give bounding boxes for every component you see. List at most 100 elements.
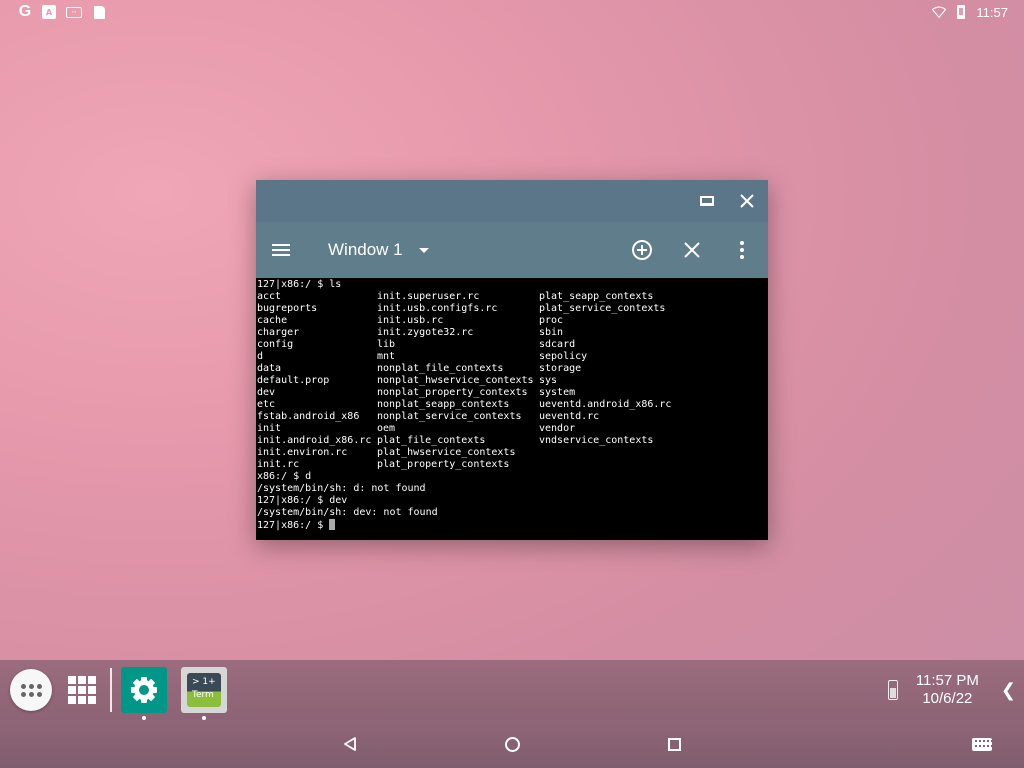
keyboard-icon <box>972 737 993 751</box>
current-prompt: 127|x86:/ $ <box>257 520 330 531</box>
back-icon <box>344 737 356 751</box>
ls-entry: cache <box>257 315 288 326</box>
back-button[interactable] <box>338 732 362 756</box>
more-vert-icon <box>740 241 744 259</box>
ls-entry: init.zygote32.rc <box>377 327 474 338</box>
taskbar-divider <box>110 668 112 712</box>
terminal-app-button[interactable]: > 1+ Term <box>181 667 227 720</box>
terminal-app-icon: > 1+ Term <box>187 673 221 707</box>
ls-entry: config <box>257 339 294 350</box>
ls-entry: acct <box>257 291 282 302</box>
battery-icon <box>954 5 968 19</box>
taskbar: > 1+ Term 11:57 PM 10/6/22 ❮ <box>0 660 1024 720</box>
text-cursor <box>329 519 336 530</box>
ls-entry: init.superuser.rc <box>377 291 480 302</box>
recents-button[interactable] <box>662 732 686 756</box>
ls-entry: plat_service_contexts <box>539 303 666 314</box>
ls-entry: nonplat_service_contexts <box>377 411 522 422</box>
restore-icon <box>700 196 714 206</box>
ls-entry: mnt <box>377 351 396 362</box>
ls-entry: init <box>257 423 282 434</box>
terminal-icon-text: > 1+ <box>192 677 216 687</box>
terminal-line: /system/bin/sh: dev: not found <box>257 507 438 518</box>
terminal-current-line: 127|x86:/ $ <box>257 519 767 531</box>
ls-entry: vendor <box>539 423 576 434</box>
terminal-line: x86:/ $ d <box>257 471 312 482</box>
new-window-button[interactable] <box>630 238 654 262</box>
ls-entry: system <box>539 387 576 398</box>
terminal-line: 127|x86:/ $ dev <box>257 495 348 506</box>
ls-entry: proc <box>539 315 564 326</box>
fps-notification-icon: ·· <box>66 6 82 18</box>
window-selector-dropdown[interactable]: Window 1 <box>328 240 429 260</box>
ls-entry: charger <box>257 327 300 338</box>
add-circle-icon <box>632 240 652 260</box>
recents-icon <box>667 737 681 751</box>
ls-entry: default.prop <box>257 375 330 386</box>
ls-entry: nonplat_hwservice_contexts <box>377 375 534 386</box>
terminal-line: 127|x86:/ $ ls <box>257 279 342 290</box>
overflow-menu-button[interactable] <box>730 238 754 262</box>
google-icon: G <box>18 3 32 20</box>
gear-icon <box>131 677 157 703</box>
clock-time: 11:57 PM <box>915 672 979 689</box>
taskbar-clock[interactable]: 11:57 PM 10/6/22 <box>916 672 979 708</box>
home-icon <box>504 736 520 752</box>
chevron-left-icon[interactable]: ❮ <box>1001 680 1016 701</box>
ls-entry: ueventd.rc <box>539 411 600 422</box>
settings-app-button[interactable] <box>121 667 167 720</box>
keyboard-switch-button[interactable] <box>970 732 994 756</box>
notification-icons: G A ·· <box>18 3 106 20</box>
ls-entry: sbin <box>539 327 564 338</box>
terminal-icon-label: Term <box>192 690 214 700</box>
chevron-down-icon <box>418 247 429 253</box>
ls-entry: init.android_x86.rc <box>257 435 372 446</box>
ls-entry: sdcard <box>539 339 576 350</box>
window-close-button[interactable] <box>736 190 758 212</box>
ls-entry: ueventd.android_x86.rc <box>539 399 672 410</box>
status-bar: G A ·· 11:57 <box>0 0 1024 24</box>
ls-entry: lib <box>377 339 396 350</box>
terminal-window: Window 1 127|x86:/ $ ls acct init.superus… <box>256 180 768 540</box>
hamburger-icon[interactable] <box>272 238 296 262</box>
ls-entry: nonplat_file_contexts <box>377 363 504 374</box>
status-bar-time: 11:57 <box>976 4 1008 20</box>
ls-entry: bugreports <box>257 303 318 314</box>
ls-entry: storage <box>539 363 582 374</box>
terminal-screen[interactable]: 127|x86:/ $ ls acct init.superuser.rc plat… <box>256 278 768 540</box>
home-button[interactable] <box>500 732 524 756</box>
terminal-line: /system/bin/sh: d: not found <box>257 483 426 494</box>
system-icons: 11:57 <box>932 5 1008 20</box>
terminal-history: x86:/ $ d/system/bin/sh: d: not found 127… <box>257 471 767 519</box>
window-caption-bar[interactable] <box>256 180 768 222</box>
app-drawer-button[interactable] <box>10 669 52 711</box>
ls-entry: init.usb.configfs.rc <box>377 303 498 314</box>
download-notification-icon: A <box>42 5 56 19</box>
window-restore-button[interactable] <box>696 190 718 212</box>
ls-entry: init.usb.rc <box>377 315 444 326</box>
sd-card-icon <box>92 5 106 19</box>
ls-entry: init.rc <box>257 459 300 470</box>
close-icon <box>684 242 700 258</box>
ls-entry: plat_hwservice_contexts <box>377 447 516 458</box>
ls-entry: plat_property_contexts <box>377 459 510 470</box>
ls-entry <box>539 447 767 459</box>
ls-output: acct init.superuser.rc plat_seapp_contexts… <box>257 291 767 471</box>
ls-entry: oem <box>377 423 396 434</box>
close-window-button[interactable] <box>680 238 704 262</box>
ls-entry <box>539 459 767 471</box>
ls-entry: data <box>257 363 282 374</box>
ls-entry: vndservice_contexts <box>539 435 654 446</box>
window-title: Window 1 <box>328 240 403 259</box>
battery-icon <box>887 680 898 700</box>
ls-entry: nonplat_property_contexts <box>377 387 528 398</box>
ls-entry: etc <box>257 399 276 410</box>
ls-entry: init.environ.rc <box>257 447 348 458</box>
navigation-bar <box>0 720 1024 768</box>
ls-entry: dev <box>257 387 276 398</box>
ls-entry: plat_seapp_contexts <box>539 291 654 302</box>
grid-icon[interactable] <box>68 676 96 704</box>
clock-date: 10/6/22 <box>922 690 973 707</box>
app-toolbar: Window 1 <box>256 222 768 278</box>
ls-entry: fstab.android_x86 <box>257 411 360 422</box>
